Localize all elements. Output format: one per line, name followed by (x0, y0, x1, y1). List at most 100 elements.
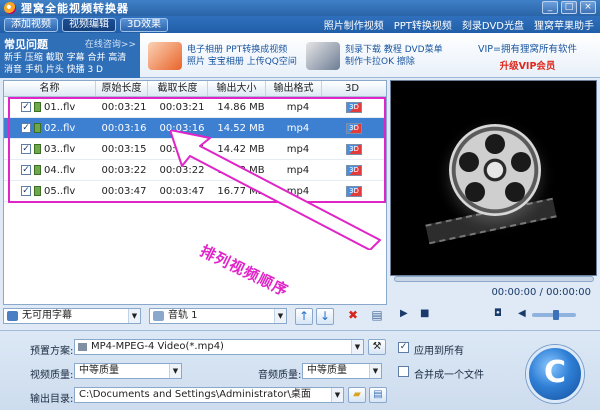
chevron-down-icon: ▼ (274, 309, 286, 323)
table-row[interactable]: ✓ 03..flv 00:03:15 00:03:15 14.42 MB mp4… (4, 139, 386, 160)
burn-dvd-link[interactable]: 刻录DVD光盘 (462, 17, 524, 32)
apply-all-checkbox[interactable]: ✓ (398, 342, 409, 353)
col-3d-header[interactable]: 3D (322, 81, 382, 96)
stop-button[interactable]: ■ (420, 308, 429, 319)
convert-button[interactable]: C (526, 345, 584, 403)
photo-to-video-link[interactable]: 照片制作视频 (324, 17, 384, 32)
row-checkbox[interactable]: ✓ (21, 186, 31, 196)
output-format: mp4 (286, 143, 310, 155)
output-dir-input[interactable]: C:\Documents and Settings\Administrator\… (74, 387, 344, 403)
faq-links-row1[interactable]: 新手 压缩 截取 字幕 合并 高清 (4, 52, 136, 64)
cut-length: 00:03:15 (159, 143, 205, 155)
chevron-down-icon: ▼ (351, 340, 363, 354)
table-row[interactable]: ✓ 04..flv 00:03:22 00:03:22 14.92 MB mp4… (4, 160, 386, 181)
output-size: 14.52 MB (217, 122, 265, 134)
row-checkbox[interactable]: ✓ (21, 144, 31, 154)
output-size: 16.77 MB (217, 185, 265, 197)
apple-helper-link[interactable]: 狸窝苹果助手 (534, 17, 594, 32)
col-output-size-header[interactable]: 输出大小 (208, 81, 266, 96)
row-checkbox[interactable]: ✓ (21, 102, 31, 112)
output-dir-label: 输出目录: (30, 394, 74, 405)
col-cut-length-header[interactable]: 截取长度 (148, 81, 208, 96)
snapshot-button[interactable]: ◘ (494, 308, 502, 319)
3d-icon[interactable]: 3D (346, 144, 362, 155)
open-folder-button[interactable]: ▤ (369, 387, 387, 403)
menu-links: 照片制作视频 PPT转换视频 刻录DVD光盘 狸窝苹果助手 (324, 16, 594, 33)
table-row[interactable]: ✓ 05..flv 00:03:47 00:03:47 16.77 MB mp4… (4, 181, 386, 202)
seek-bar[interactable] (394, 276, 594, 282)
vip-description: VIP=拥有狸窝所有软件 (478, 44, 577, 55)
speaker-icon[interactable]: ◀ (518, 308, 526, 319)
add-video-button[interactable]: 添加视频 (4, 17, 58, 32)
promo-ppt-line1: 电子相册 PPT转换成视频 (187, 45, 288, 55)
output-format: mp4 (286, 185, 310, 197)
player-controls: 00:00:00 / 00:00:00 ▶ ■ ◘ ◀ (390, 284, 597, 328)
output-size: 14.86 MB (217, 101, 265, 113)
table-row[interactable]: ✓ 02..flv 00:03:16 00:03:16 14.52 MB mp4… (4, 118, 386, 139)
menu-bar: 添加视频 视频编辑 3D效果 照片制作视频 PPT转换视频 刻录DVD光盘 狸窝… (0, 16, 600, 33)
video-file-icon (34, 123, 41, 133)
cut-length: 00:03:47 (159, 185, 205, 197)
output-size: 14.42 MB (217, 143, 265, 155)
col-output-format-header[interactable]: 输出格式 (266, 81, 322, 96)
merge-checkbox[interactable] (398, 366, 409, 377)
3d-cell[interactable]: 3D (326, 185, 382, 197)
3d-cell[interactable]: 3D (326, 143, 382, 155)
move-down-button[interactable]: ↓ (316, 307, 334, 325)
3d-icon[interactable]: 3D (346, 186, 362, 197)
faq-links-row2[interactable]: 消音 手机 片头 快播 3 D (4, 64, 136, 76)
3d-icon[interactable]: 3D (346, 123, 362, 134)
online-consult-link[interactable]: 在线咨询>> (85, 37, 136, 50)
volume-slider[interactable] (532, 310, 576, 320)
audio-quality-value: 中等质量 (307, 365, 347, 376)
video-file-icon (34, 165, 41, 175)
chevron-down-icon: ▼ (331, 388, 343, 402)
maximize-button[interactable]: □ (561, 1, 577, 14)
minimize-button[interactable]: _ (542, 1, 558, 14)
col-orig-length-header[interactable]: 原始长度 (96, 81, 148, 96)
close-button[interactable]: × (580, 1, 596, 14)
merge-label: 合并成一个文件 (414, 370, 484, 381)
clear-list-button[interactable]: ▤ (368, 308, 386, 325)
audio-quality-select[interactable]: 中等质量 ▼ (302, 363, 382, 379)
volume-knob[interactable] (553, 310, 559, 320)
play-button[interactable]: ▶ (400, 308, 408, 319)
row-checkbox[interactable]: ✓ (21, 123, 31, 133)
output-format: mp4 (286, 164, 310, 176)
video-edit-button[interactable]: 视频编辑 (62, 17, 116, 32)
chevron-down-icon: ▼ (369, 364, 381, 378)
audio-track-select[interactable]: 音轨 1 ▼ (149, 308, 287, 324)
chevron-down-icon: ▼ (128, 309, 140, 323)
format-icon (78, 343, 87, 351)
preset-settings-button[interactable]: ⚒ (368, 339, 386, 355)
3d-icon[interactable]: 3D (346, 102, 362, 113)
table-row[interactable]: ✓ 01..flv 00:03:21 00:03:21 14.86 MB mp4… (4, 97, 386, 118)
move-up-button[interactable]: ↑ (295, 307, 313, 325)
output-settings: 预置方案: MP4-MPEG-4 Video(*.mp4) ▼ ⚒ ✓ 应用到所… (0, 330, 600, 410)
video-file-icon (34, 144, 41, 154)
row-checkbox[interactable]: ✓ (21, 165, 31, 175)
3d-cell[interactable]: 3D (326, 122, 382, 134)
upgrade-vip-link[interactable]: 升级VIP会员 (460, 58, 595, 72)
preset-value: MP4-MPEG-4 Video(*.mp4) (91, 341, 224, 352)
browse-folder-button[interactable]: ▰ (348, 387, 366, 403)
3d-effect-button[interactable]: 3D效果 (120, 17, 169, 32)
3d-cell[interactable]: 3D (326, 164, 382, 176)
preset-select[interactable]: MP4-MPEG-4 Video(*.mp4) ▼ (74, 339, 364, 355)
ppt-to-video-link[interactable]: PPT转换视频 (394, 17, 452, 32)
delete-button[interactable]: ✖ (344, 308, 362, 325)
audio-quality-label: 音频质量: (258, 370, 302, 381)
3d-cell[interactable]: 3D (326, 101, 382, 113)
promo-dvd[interactable]: 刻录下载 教程 DVD菜单 制作卡拉OK 擦除 (306, 40, 443, 72)
3d-icon[interactable]: 3D (346, 165, 362, 176)
file-list-panel: 名称 原始长度 截取长度 输出大小 输出格式 3D ✓ 01..flv 00:0… (3, 80, 387, 305)
subtitle-icon (7, 311, 18, 321)
orig-length: 00:03:47 (101, 185, 147, 197)
promo-ppt[interactable]: 电子相册 PPT转换成视频 照片 宝宝相册 上传QQ空间 (148, 40, 297, 72)
output-size: 14.92 MB (217, 164, 265, 176)
video-quality-select[interactable]: 中等质量 ▼ (74, 363, 182, 379)
video-file-icon (34, 102, 41, 112)
subtitle-select[interactable]: 无可用字幕 ▼ (3, 308, 141, 324)
vip-panel[interactable]: VIP=拥有狸窝所有软件 升级VIP会员 (460, 41, 595, 72)
col-name-header[interactable]: 名称 (4, 81, 96, 96)
